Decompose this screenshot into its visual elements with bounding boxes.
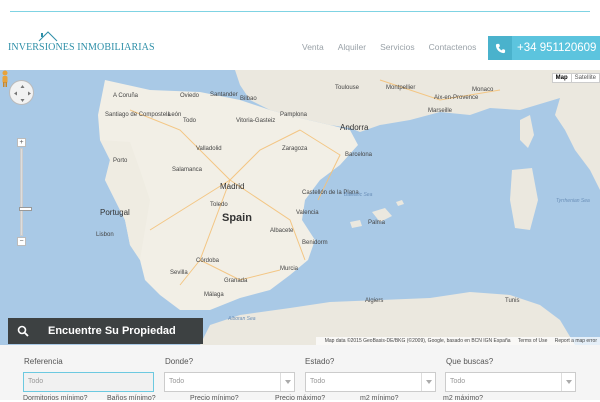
zoom-out-button[interactable]: −: [17, 237, 26, 246]
city-label: Toulouse: [335, 85, 360, 91]
pan-control[interactable]: [9, 80, 34, 105]
sea-label: Balearic Sea: [344, 192, 373, 198]
city-label: Algiers: [365, 298, 384, 304]
city-label: Santiago de Compostela: [105, 112, 171, 118]
que-buscas-select-value: Todo: [450, 378, 466, 385]
property-search-form: Referencia Todo Donde? Todo Estado? Todo…: [0, 345, 600, 400]
field-label-dormitorios: Dormitorios mínimo?: [23, 395, 88, 402]
city-label: Bilbao: [240, 96, 257, 102]
field-label-que-buscas: Que buscas?: [446, 357, 494, 366]
chevron-down-icon: [421, 373, 435, 391]
city-label: Monaco: [472, 87, 494, 93]
chevron-down-icon: [280, 373, 294, 391]
site-logo[interactable]: INVERSIONES INMOBILIARIAS: [8, 30, 155, 60]
city-label: Málaga: [204, 292, 224, 298]
logo-text: INVERSIONES INMOBILIARIAS: [8, 42, 155, 53]
search-panel-header: Encuentre Su Propiedad: [8, 318, 203, 344]
nav-servicios[interactable]: Servicios: [380, 42, 414, 52]
donde-select-value: Todo: [169, 378, 185, 385]
chevron-down-icon: [561, 373, 575, 391]
city-label: Barcelona: [345, 152, 373, 158]
phone-number: +34 951120609: [517, 42, 597, 54]
report-map-error-link[interactable]: Report a map error: [555, 338, 597, 344]
estado-select[interactable]: Todo: [305, 372, 436, 392]
phone-button[interactable]: +34 951120609: [488, 36, 600, 60]
map-attribution: Map data ©2015 GeoBasis-DE/BKG (©2009), …: [315, 337, 600, 345]
main-nav: Venta Alquiler Servicios Contactenos: [302, 42, 490, 52]
city-label: Granada: [224, 278, 248, 284]
city-label: Córdoba: [196, 258, 220, 264]
referencia-input[interactable]: Todo: [23, 372, 154, 392]
terms-link[interactable]: Terms of Use: [518, 338, 547, 344]
city-label: Vitoria-Gasteiz: [236, 118, 276, 124]
city-label: Porto: [113, 158, 128, 164]
pan-arrows-icon: [14, 85, 31, 102]
map-type-satellite[interactable]: Satellite: [570, 74, 599, 82]
zoom-slider-track[interactable]: [19, 148, 32, 236]
city-label: Lisbon: [96, 232, 114, 238]
que-buscas-select[interactable]: Todo: [445, 372, 576, 392]
nav-alquiler[interactable]: Alquiler: [338, 42, 366, 52]
city-label: Valencia: [296, 210, 319, 216]
donde-select[interactable]: Todo: [164, 372, 295, 392]
field-label-m2-max: m2 máximo?: [443, 395, 484, 402]
map-canvas[interactable]: Map Satellite + − Spain Portugal A Coruñ…: [0, 70, 600, 345]
field-label-precio-min: Precio mínimo?: [190, 395, 239, 402]
zoom-in-button[interactable]: +: [17, 138, 26, 147]
map-type-map[interactable]: Map: [553, 74, 571, 82]
city-label: León: [168, 112, 182, 118]
city-label: Montpellier: [386, 85, 416, 91]
phone-icon: [488, 36, 512, 60]
country-label-portugal: Portugal: [100, 208, 130, 217]
city-label: Oviedo: [180, 93, 200, 99]
city-label: Palma: [368, 220, 386, 226]
city-label: Toledo: [210, 202, 228, 208]
nav-venta[interactable]: Venta: [302, 42, 324, 52]
city-label: Murcia: [280, 266, 299, 272]
city-label: Sevilla: [170, 270, 188, 276]
search-icon: [8, 318, 38, 344]
zoom-control: + −: [17, 138, 32, 246]
house-logo-icon: [38, 31, 58, 42]
city-label: A Coruña: [113, 93, 139, 99]
city-label: Tunis: [505, 298, 520, 304]
city-label: Pamplona: [280, 112, 308, 118]
search-panel-title: Encuentre Su Propiedad: [48, 325, 176, 337]
city-label: Albacete: [270, 228, 294, 234]
attribution-text: Map data ©2015 GeoBasis-DE/BKG (©2009), …: [324, 338, 511, 344]
estado-select-value: Todo: [310, 378, 326, 385]
field-label-precio-max: Precio máximo?: [275, 395, 326, 402]
sea-label: Tyrrhenian Sea: [556, 198, 590, 204]
map-type-control: Map Satellite: [551, 73, 600, 83]
city-label: Aix-en-Provence: [434, 95, 479, 101]
city-label: Salamanca: [172, 167, 203, 173]
field-label-estado: Estado?: [305, 357, 335, 366]
city-label: Marseille: [428, 108, 453, 114]
nav-contactenos[interactable]: Contactenos: [429, 42, 477, 52]
zoom-slider-thumb[interactable]: [19, 207, 32, 211]
city-label: Benidorm: [302, 240, 328, 246]
city-label: Andorra: [340, 123, 369, 132]
field-label-banos: Baños mínimo?: [107, 395, 156, 402]
field-label-m2-min: m2 mínimo?: [360, 395, 399, 402]
city-label: Valladolid: [196, 146, 222, 152]
sea-label: Alboran Sea: [228, 316, 256, 322]
country-label-spain: Spain: [222, 212, 252, 224]
city-label: Madrid: [220, 182, 245, 191]
city-label: Santander: [210, 92, 238, 98]
site-header: INVERSIONES INMOBILIARIAS Venta Alquiler…: [0, 12, 600, 70]
city-label: Todo: [183, 118, 197, 124]
field-label-referencia: Referencia: [24, 357, 63, 366]
city-label: Zaragoza: [282, 146, 308, 152]
street-view-pegman-icon[interactable]: [0, 70, 10, 88]
field-label-donde: Donde?: [165, 357, 194, 366]
